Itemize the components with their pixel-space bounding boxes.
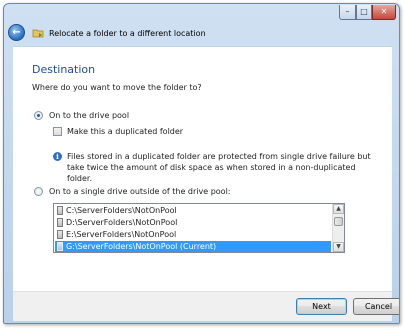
list-item[interactable]: D:\ServerFolders\NotOnPool [55,217,331,228]
drive-icon [57,242,63,251]
wizard-footer: Next Cancel [13,291,399,321]
wizard-content: Destination Where do you want to move th… [13,46,392,291]
next-button[interactable]: Next [296,298,347,315]
drive-icon [57,206,63,215]
duplicate-folder-label[interactable]: Make this a duplicated folder [67,127,183,136]
drive-pool-radio[interactable] [34,111,43,120]
cancel-button[interactable]: Cancel [353,298,399,315]
drive-pool-label[interactable]: On to the drive pool [49,111,129,120]
minimize-button[interactable]: – [339,5,356,20]
duplicate-folder-checkbox[interactable] [53,127,62,136]
destination-question: Where do you want to move the folder to? [32,83,202,92]
wizard-window: – □ ✕ ← Relocate a folder to a different… [3,3,400,324]
drive-listbox[interactable]: C:\ServerFolders\NotOnPool D:\ServerFold… [53,203,345,253]
page-heading: Destination [32,63,96,76]
list-item-selected[interactable]: G:\ServerFolders\NotOnPool (Current) [55,241,331,252]
listbox-scrollbar[interactable]: ▲ ▼ [332,204,344,252]
drive-path: C:\ServerFolders\NotOnPool [66,206,177,215]
list-item[interactable]: E:\ServerFolders\NotOnPool [55,229,331,240]
duplication-info-text: Files stored in a duplicated folder are … [67,152,371,183]
drive-icon [57,218,63,227]
scroll-up-icon[interactable]: ▲ [333,204,344,214]
drive-icon [57,230,63,239]
single-drive-label[interactable]: On to a single drive outside of the driv… [49,187,230,196]
folder-icon [32,29,44,38]
info-icon: i [53,152,62,161]
drive-path: E:\ServerFolders\NotOnPool [66,230,177,239]
drive-path: D:\ServerFolders\NotOnPool [66,218,178,227]
wizard-title: Relocate a folder to a different locatio… [49,29,206,38]
scroll-thumb[interactable] [334,217,343,226]
close-button[interactable]: ✕ [372,5,396,20]
maximize-button[interactable]: □ [356,5,372,20]
scroll-down-icon[interactable]: ▼ [333,242,344,252]
back-arrow-icon[interactable]: ← [8,24,25,41]
single-drive-radio[interactable] [34,187,43,196]
list-item[interactable]: C:\ServerFolders\NotOnPool [55,205,331,216]
drive-path: G:\ServerFolders\NotOnPool (Current) [66,242,217,251]
